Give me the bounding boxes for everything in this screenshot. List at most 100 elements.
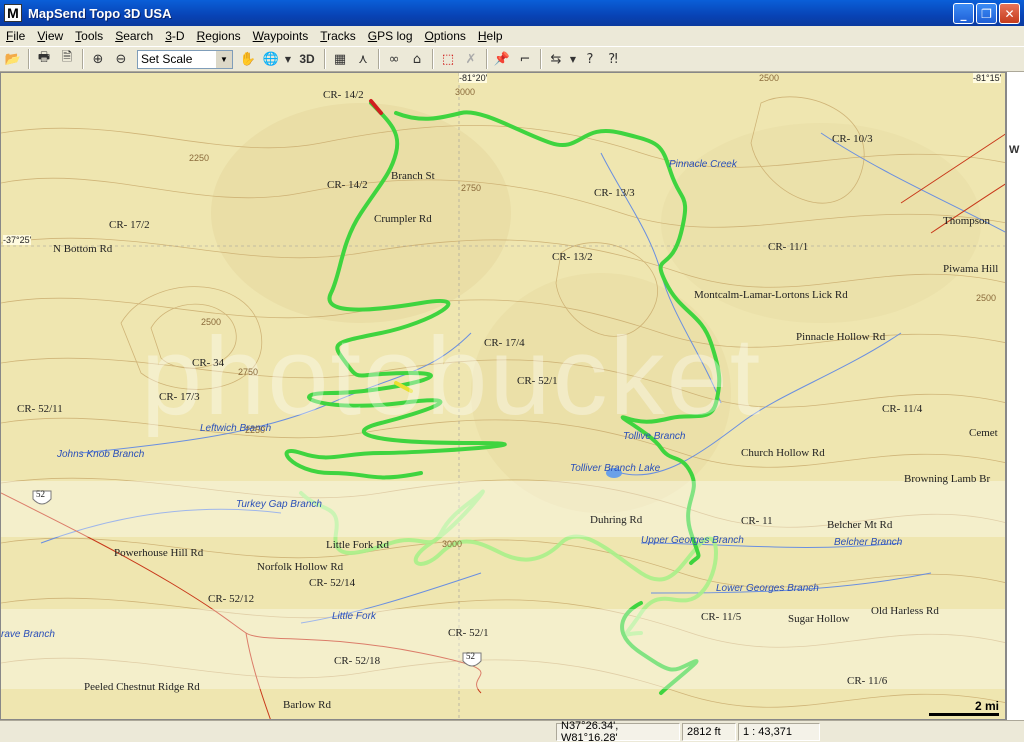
road-label: CR- 34: [192, 357, 225, 369]
road-label: CR- 17/2: [109, 219, 150, 231]
scale-bar: 2 mi: [929, 699, 999, 716]
lake-label: Tolliver Branch Lake: [570, 463, 661, 474]
binoculars-icon[interactable]: ∞: [383, 48, 405, 70]
stream-label: Johns Knob Branch: [57, 449, 145, 460]
map-view[interactable]: photobucket -81°20' -81°15' -37°25' 52 5…: [0, 72, 1006, 720]
road-label: CR- 10/3: [832, 133, 873, 145]
profile-chart-icon[interactable]: ▦: [329, 48, 351, 70]
road-label: Piwama Hill: [943, 263, 999, 275]
stream-label: Turkey Gap Branch: [236, 499, 322, 510]
menu-search[interactable]: Search: [109, 29, 159, 43]
menu-3d[interactable]: 3-D: [159, 29, 190, 43]
road-label: Church Hollow Rd: [741, 447, 825, 459]
stream-label: Tollive Branch: [623, 431, 686, 442]
elevation-label: 2250: [189, 153, 210, 163]
road-label: CR- 14/2: [327, 179, 368, 191]
dropdown-arrow-icon[interactable]: ▼: [283, 48, 293, 70]
3d-view-button[interactable]: 3D: [294, 48, 320, 70]
road-label: Old Harless Rd: [871, 605, 939, 617]
transfer-icon[interactable]: ⇆: [545, 48, 567, 70]
toolbar-separator: [82, 49, 84, 69]
road-label: Thompson: [943, 215, 991, 227]
menu-view[interactable]: View: [31, 29, 69, 43]
road-label: CR- 17/3: [159, 391, 200, 403]
print-preview-icon[interactable]: 🗎: [56, 48, 78, 70]
road-label: CR- 11/5: [701, 611, 742, 623]
title-bar[interactable]: M MapSend Topo 3D USA _ ❐ ✕: [0, 0, 1024, 26]
road-label: Belcher Mt Rd: [827, 519, 893, 531]
road-label: CR- 52/1: [448, 627, 489, 639]
maximize-button[interactable]: ❐: [976, 3, 997, 24]
stream-label: Upper Georges Branch: [641, 535, 744, 546]
app-window: M MapSend Topo 3D USA _ ❐ ✕ File View To…: [0, 0, 1024, 742]
route-icon[interactable]: ⌐: [514, 48, 536, 70]
dropdown-arrow-icon[interactable]: ▼: [568, 48, 578, 70]
road-label: CR- 13/2: [552, 251, 593, 263]
road-label: Cemet: [969, 427, 998, 439]
scale-bar-line: [929, 713, 999, 716]
status-elevation: 2812 ft: [682, 722, 736, 741]
scale-select[interactable]: Set Scale ▼: [137, 49, 233, 69]
menu-waypoints[interactable]: Waypoints: [247, 29, 315, 43]
road-label: CR- 52/11: [17, 403, 63, 415]
road-label: Crumpler Rd: [374, 213, 432, 225]
close-button[interactable]: ✕: [999, 3, 1020, 24]
road-label: CR- 11/6: [847, 675, 888, 687]
longitude-tick: -81°20': [459, 73, 488, 83]
road-label: Barlow Rd: [283, 699, 331, 711]
elevation-label: 2500: [976, 293, 997, 303]
menu-tools[interactable]: Tools: [69, 29, 109, 43]
print-icon[interactable]: 🖶: [33, 48, 55, 70]
minimize-button[interactable]: _: [953, 3, 974, 24]
app-icon[interactable]: M: [4, 4, 22, 22]
toolbar-separator: [28, 49, 30, 69]
road-label: Montcalm-Lamar-Lortons Lick Rd: [694, 289, 848, 301]
chevron-down-icon[interactable]: ▼: [216, 50, 232, 68]
menu-tracks[interactable]: Tracks: [314, 29, 362, 43]
road-label: Branch St: [391, 170, 435, 182]
elevation-label: 2750: [461, 183, 482, 193]
menu-help[interactable]: Help: [472, 29, 509, 43]
menu-regions[interactable]: Regions: [191, 29, 247, 43]
stream-label: Pinnacle Creek: [669, 159, 737, 170]
road-label: Duhring Rd: [590, 514, 643, 526]
pan-hand-icon[interactable]: ✋: [237, 48, 259, 70]
latitude-tick: -37°25': [3, 235, 32, 245]
road-label: Powerhouse Hill Rd: [114, 547, 204, 559]
house-icon[interactable]: ⌂: [406, 48, 428, 70]
menu-file[interactable]: File: [0, 29, 31, 43]
toolbar-separator: [432, 49, 434, 69]
stream-label: Lower Georges Branch: [716, 583, 819, 594]
clear-region-icon[interactable]: ✗: [460, 48, 482, 70]
road-label: CR- 52/18: [334, 655, 381, 667]
zoom-in-icon[interactable]: ⊕: [87, 48, 109, 70]
toolbar-separator: [540, 49, 542, 69]
zoom-out-icon[interactable]: ⊖: [110, 48, 132, 70]
overview-strip[interactable]: W: [1006, 72, 1024, 720]
scale-bar-label: 2 mi: [974, 699, 999, 713]
open-folder-icon[interactable]: 📂: [2, 48, 24, 70]
status-bar: N37°26.34', W81°16.28' 2812 ft 1 : 43,37…: [0, 720, 1024, 742]
waypoint-pin-icon[interactable]: 📌: [491, 48, 513, 70]
road-label: CR- 52/14: [309, 577, 356, 589]
road-label: CR- 14/2: [323, 89, 364, 101]
select-region-icon[interactable]: ⬚: [437, 48, 459, 70]
stream-label: rave Branch: [1, 629, 55, 640]
road-label: CR- 13/3: [594, 187, 635, 199]
route-shield-label: 52: [36, 489, 45, 499]
context-help-icon[interactable]: ⁈: [602, 48, 624, 70]
help-icon[interactable]: ?: [579, 48, 601, 70]
road-label: CR- 52/1: [517, 375, 558, 387]
scale-select-value: Set Scale: [141, 52, 193, 66]
photobucket-watermark: photobucket: [141, 315, 763, 438]
road-label: CR- 11/1: [768, 241, 809, 253]
route-shield-label: 52: [466, 651, 475, 661]
menu-options[interactable]: Options: [419, 29, 472, 43]
stream-label: Belcher Branch: [834, 537, 903, 548]
compass-icon[interactable]: ⋏: [352, 48, 374, 70]
globe-icon[interactable]: 🌐: [260, 48, 282, 70]
menu-gps-log[interactable]: GPS log: [362, 29, 419, 43]
road-label: Peeled Chestnut Ridge Rd: [84, 681, 200, 693]
longitude-tick: -81°15': [973, 73, 1002, 83]
menu-bar: File View Tools Search 3-D Regions Waypo…: [0, 26, 1024, 46]
